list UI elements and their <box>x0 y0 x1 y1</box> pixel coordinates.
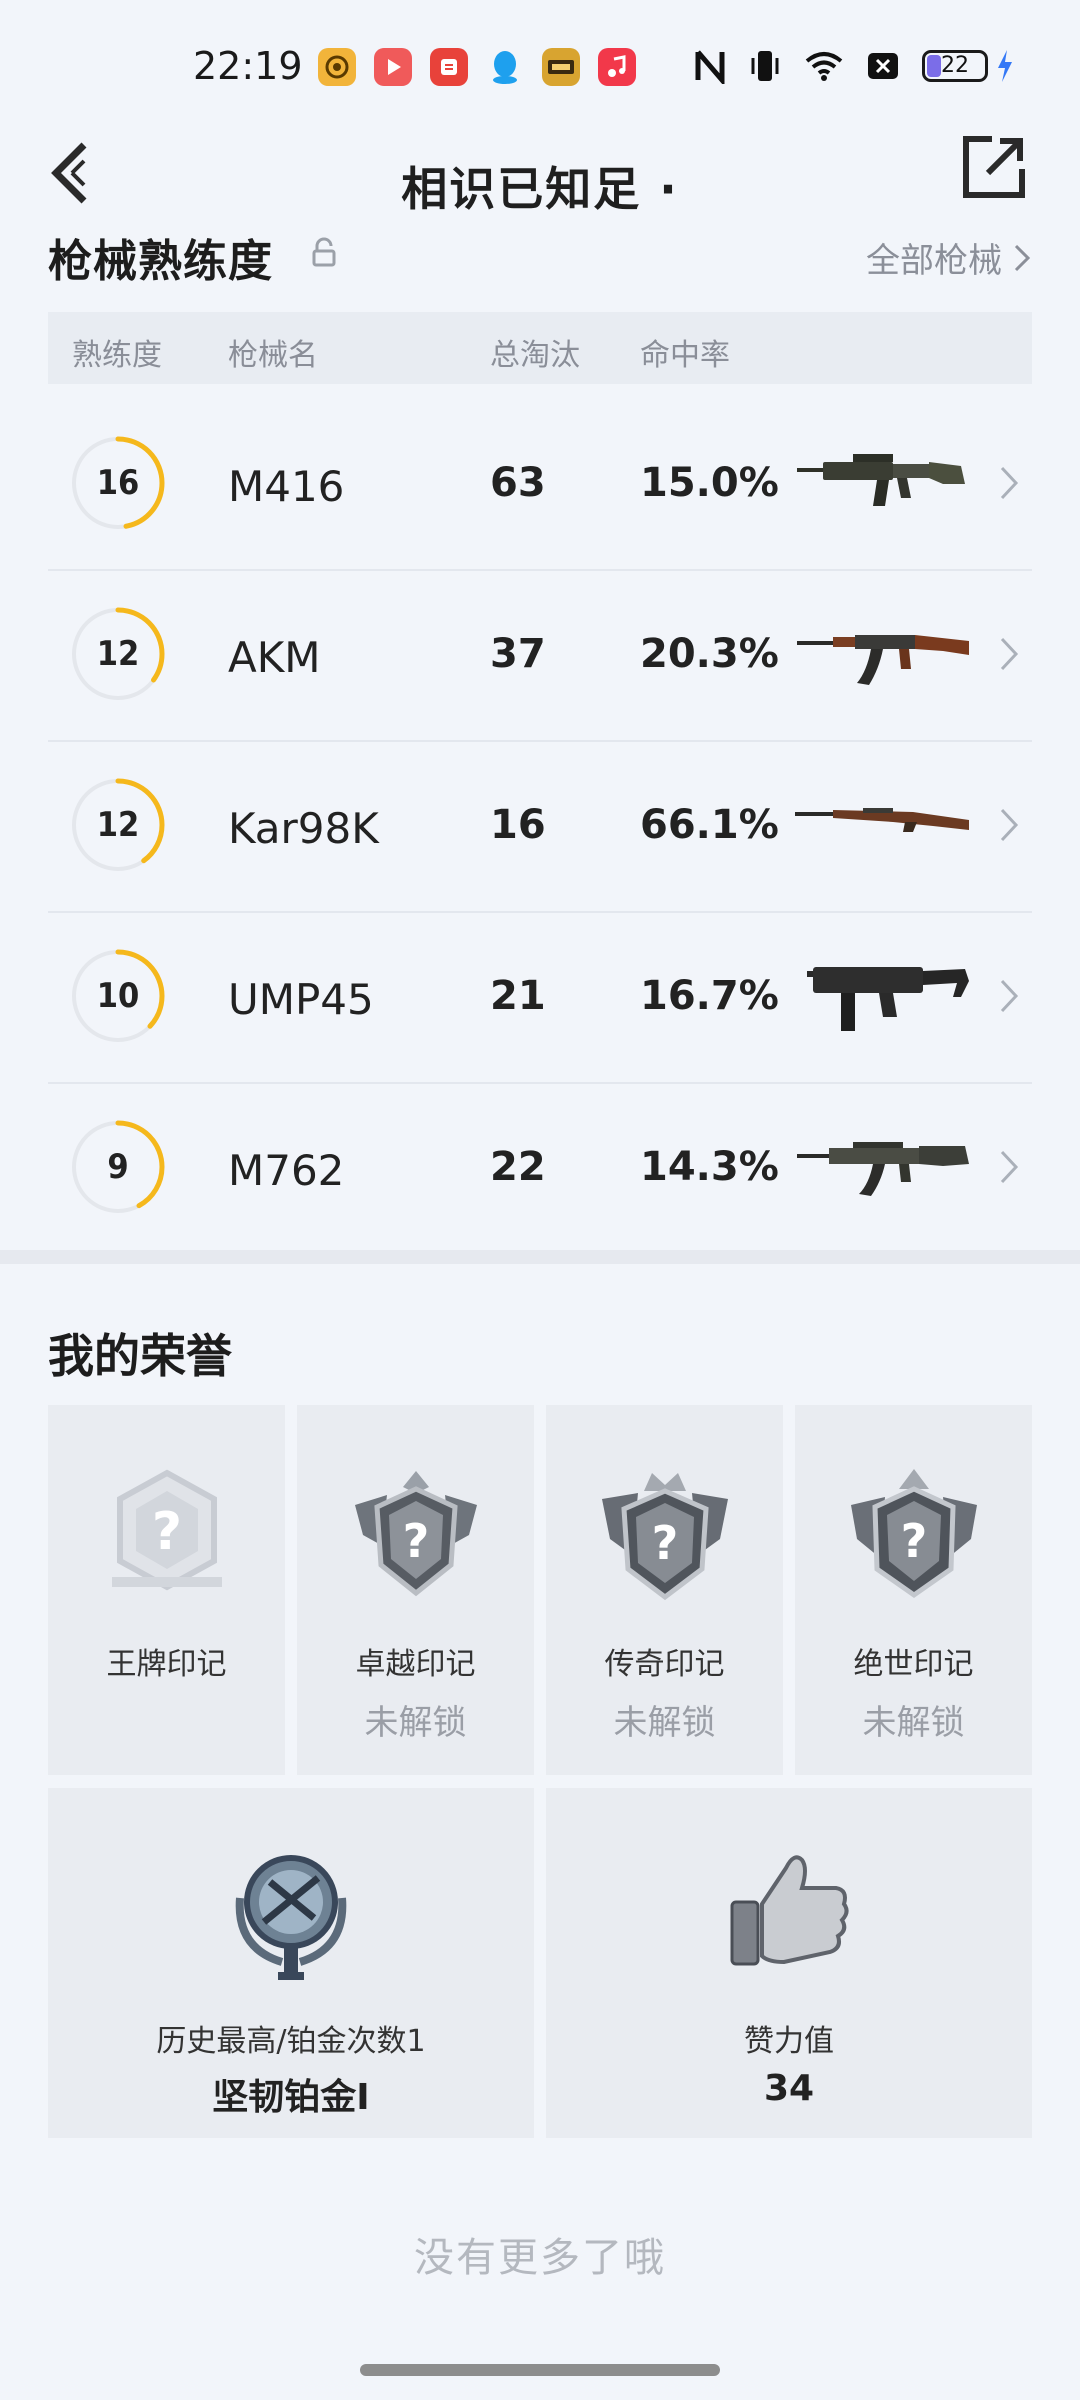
weapon-accuracy: 66.1% <box>640 802 779 848</box>
weapon-name: UMP45 <box>228 975 374 1024</box>
weapon-name: M416 <box>228 462 345 511</box>
weapon-eliminations: 37 <box>490 631 546 677</box>
badge-label: 卓越印记 <box>355 1647 476 1682</box>
nfc-icon <box>694 48 726 84</box>
stat-value: 34 <box>763 2068 815 2109</box>
weapon-accuracy: 15.0% <box>640 460 779 506</box>
charging-icon <box>996 48 1014 84</box>
badge-card-elite[interactable]: ? 卓越印记 未解锁 <box>297 1405 534 1775</box>
all-weapons-link[interactable]: 全部枪械 <box>866 233 1032 282</box>
video-app-icon <box>374 48 412 86</box>
col-proficiency: 熟练度 <box>72 338 162 373</box>
page-title: 相识已知足 · <box>401 162 679 216</box>
proficiency-level: 12 <box>96 805 140 845</box>
weapon-eliminations: 63 <box>490 460 546 506</box>
proficiency-level: 12 <box>96 634 140 674</box>
weapon-row[interactable]: 12 AKM 37 20.3% <box>48 571 1032 742</box>
rank-stat-card[interactable]: 历史最高/铂金次数1 坚韧铂金I <box>48 1788 534 2138</box>
badge-card-legend[interactable]: ? 传奇印记 未解锁 <box>546 1405 783 1775</box>
battery-level: 22 <box>941 53 969 78</box>
proficiency-level: 10 <box>96 976 140 1016</box>
badge-card-peerless[interactable]: ? 绝世印记 未解锁 <box>795 1405 1032 1775</box>
col-eliminations: 总淘汰 <box>490 338 580 373</box>
svg-text:?: ? <box>151 1502 181 1562</box>
stat-value: 坚韧铂金I <box>212 2077 370 2118</box>
honors-title: 我的荣誉 <box>48 1329 232 1383</box>
weapon-row[interactable]: 10 UMP45 21 16.7% <box>48 913 1032 1084</box>
weapon-eliminations: 16 <box>490 802 546 848</box>
qq-app-icon <box>486 48 524 86</box>
weapon-row[interactable]: 16 M416 63 15.0% <box>48 400 1032 571</box>
chevron-right-icon <box>1000 808 1019 842</box>
weapon-name: Kar98K <box>228 804 379 853</box>
weapon-accuracy: 14.3% <box>640 1144 779 1190</box>
honor-badges: ? 王牌印记 ? 卓越印记 未解锁 ? 传奇印记 未解锁 ? 绝世印记 未解锁 <box>48 1405 1032 1775</box>
section-divider <box>0 1250 1080 1264</box>
chevron-right-icon <box>1000 466 1019 500</box>
home-indicator[interactable] <box>360 2364 720 2376</box>
weapon-section-header: 枪械熟练度 全部枪械 <box>48 225 1032 295</box>
no-sim-icon <box>866 48 900 84</box>
all-weapons-label: 全部枪械 <box>866 241 1002 281</box>
weapon-accuracy: 16.7% <box>640 973 779 1019</box>
honor-stats: 历史最高/铂金次数1 坚韧铂金I 赞力值 34 <box>48 1788 1032 2138</box>
chevron-right-icon <box>1014 244 1031 271</box>
vibrate-icon <box>748 48 782 84</box>
weapon-row[interactable]: 12 Kar98K 16 66.1% <box>48 742 1032 913</box>
akm-rifle-icon <box>797 635 969 685</box>
weapon-list: 16 M416 63 15.0% 12 AKM 37 20.3% 12 Kar9… <box>48 400 1032 1255</box>
weapon-table-header: 熟练度 枪械名 总淘汰 命中率 <box>48 312 1032 384</box>
badge-status: 未解锁 <box>862 1703 965 1743</box>
badge-status: 未解锁 <box>364 1703 467 1743</box>
music-app-icon <box>598 48 636 86</box>
likes-stat-card[interactable]: 赞力值 34 <box>546 1788 1032 2138</box>
badge-label: 绝世印记 <box>853 1647 974 1682</box>
elite-mark-icon: ? <box>354 1471 477 1597</box>
wifi-icon <box>804 48 844 84</box>
legend-mark-icon: ? <box>601 1473 728 1601</box>
chevron-right-icon <box>1000 637 1019 671</box>
svg-text:?: ? <box>651 1516 678 1570</box>
kar98k-rifle-icon <box>795 808 969 832</box>
chevron-right-icon <box>1000 979 1019 1013</box>
thumbs-up-icon <box>730 1855 849 1966</box>
weapon-name: M762 <box>228 1146 345 1195</box>
peerless-mark-icon: ? <box>850 1469 977 1599</box>
proficiency-level: 9 <box>107 1147 129 1187</box>
battery-icon: 22 <box>922 50 988 82</box>
ace-mark-icon: ? <box>111 1469 222 1591</box>
weapon-accuracy: 20.3% <box>640 631 779 677</box>
peace-elite-app-icon <box>542 48 580 86</box>
share-icon <box>963 136 1025 198</box>
weapon-eliminations: 21 <box>490 973 546 1019</box>
notification-icons <box>318 48 636 86</box>
weapon-row[interactable]: 9 M762 22 14.3% <box>48 1084 1032 1255</box>
ump45-smg-icon <box>807 967 969 1031</box>
platinum-rank-icon <box>235 1855 347 1980</box>
stat-label: 赞力值 <box>744 2024 834 2059</box>
weapon-name: AKM <box>228 633 321 682</box>
lock-icon[interactable] <box>310 237 338 269</box>
svg-text:?: ? <box>402 1514 429 1568</box>
stat-label: 历史最高/铂金次数1 <box>156 2024 426 2059</box>
badge-card-ace[interactable]: ? 王牌印记 <box>48 1405 285 1775</box>
system-icons: 22 <box>694 48 1014 84</box>
share-button[interactable] <box>962 135 1032 205</box>
badge-status: 未解锁 <box>613 1703 716 1743</box>
end-of-list-text: 没有更多了哦 <box>414 2235 666 2281</box>
status-time: 22:19 <box>193 44 303 88</box>
m762-rifle-icon <box>797 1142 969 1196</box>
badge-label: 王牌印记 <box>106 1647 227 1682</box>
col-accuracy: 命中率 <box>640 338 730 373</box>
svg-text:?: ? <box>900 1514 927 1568</box>
col-weapon-name: 枪械名 <box>228 338 318 373</box>
weapon-eliminations: 22 <box>490 1144 546 1190</box>
chevron-right-icon <box>1000 1150 1019 1184</box>
game-app-icon <box>318 48 356 86</box>
m416-rifle-icon <box>797 454 965 506</box>
news-app-icon <box>430 48 468 86</box>
badge-label: 传奇印记 <box>604 1647 725 1682</box>
proficiency-level: 16 <box>96 463 140 503</box>
